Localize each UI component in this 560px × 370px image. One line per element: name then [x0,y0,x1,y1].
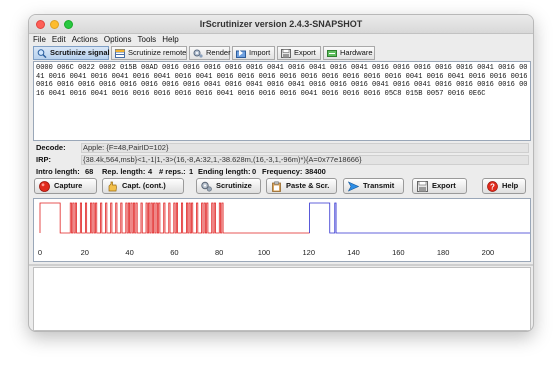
menu-actions[interactable]: Actions [69,34,101,44]
intro-signal-trace [39,202,310,234]
tab-label: Scrutinize remote [128,48,187,57]
signal-plot-canvas: 0 20 40 60 80 100 120 140 160 180 200 [38,202,533,257]
record-red-icon [39,181,50,192]
capture-button[interactable]: Capture [34,178,97,194]
export-button[interactable]: Export [412,178,467,194]
tab-label: Export [294,48,316,57]
tab-label: Hardware [340,48,373,57]
split-divider[interactable] [29,264,533,266]
intro-length-value: 68 [85,167,94,176]
tab-render[interactable]: Render [189,46,231,60]
tab-label: Scrutinize signal [50,48,110,57]
decode-value: Apple: {F=48,PairID=102} [83,143,169,152]
gears-icon [201,181,212,192]
title-bar: IrScrutinizer version 2.4.3-SNAPSHOT [29,15,533,34]
tab-import[interactable]: Import [232,46,275,60]
ending-length-label: Ending length: [198,167,251,176]
signal-plot[interactable]: 0 20 40 60 80 100 120 140 160 180 200 [33,198,533,262]
help-button[interactable]: ? Help [482,178,526,194]
tab-label: Import [249,48,271,57]
x-tick-label: 40 [125,248,133,257]
menu-edit[interactable]: Edit [49,34,69,44]
frequency-value: 38400 [305,167,326,176]
magnifier-icon [37,49,47,58]
decode-label: Decode: [36,143,66,152]
reps-label: # reps.: [159,167,186,176]
help-icon: ? [487,181,498,192]
paste-and-scrutinize-button[interactable]: Paste & Scr. [266,178,337,194]
render-gear-icon [193,49,203,58]
tab-export[interactable]: Export [277,46,321,60]
paste-and-scrutinize-label: Paste & Scr. [286,181,330,190]
scrutinize-button[interactable]: Scrutinize [196,178,261,194]
signal-stats: Intro length: 68 Rep. length: 4 # reps.:… [33,167,531,177]
export-disk-icon [417,181,428,192]
x-tick-label: 140 [347,248,360,257]
intro-length-label: Intro length: [36,167,80,176]
capture-continuous-label: Capt. (cont.) [122,181,166,190]
x-tick-label: 200 [482,248,495,257]
capture-label: Capture [54,181,83,190]
export-label: Export [432,181,456,190]
tab-hardware[interactable]: Hardware [323,46,375,60]
tab-label: Render [206,48,231,57]
hand-icon [108,181,117,192]
frequency-label: Frequency: [262,167,303,176]
tab-scrutinize-signal[interactable]: Scrutinize signal [33,46,110,60]
menu-tools[interactable]: Tools [135,34,160,44]
irp-row: IRP: {38.4k,564,msb}<1,-1|1,-3>(16,-8,A:… [33,155,531,165]
paste-icon [272,181,281,192]
reps-value: 1 [189,167,194,176]
x-tick-label: 20 [81,248,89,257]
menu-file[interactable]: File [29,34,49,44]
x-tick-label: 80 [215,248,223,257]
app-window: IrScrutinizer version 2.4.3-SNAPSHOT Fil… [28,14,534,332]
menu-help[interactable]: Help [159,34,181,44]
transmit-label: Transmit [363,181,395,190]
repeat-signal-trace [309,202,533,234]
help-label: Help [502,181,519,190]
transmit-arrow-icon [348,181,359,192]
x-tick-label: 100 [258,248,271,257]
capture-continuous-button[interactable]: Capt. (cont.) [102,178,184,194]
scrutinize-label: Scrutinize [216,181,252,190]
x-tick-label: 180 [437,248,450,257]
rep-length-value: 4 [148,167,153,176]
action-button-row: Capture Capt. (cont.) Scrutinize Paste &… [29,178,533,196]
menu-bar: File Edit Actions Options Tools Help [29,34,533,46]
x-tick-label: 120 [303,248,316,257]
menu-options[interactable]: Options [101,34,135,44]
signal-text-area[interactable]: 0000 006C 0022 0002 015B 00AD 0016 0016 … [33,61,531,141]
irp-label: IRP: [36,155,51,164]
export-disk-icon [281,49,291,58]
x-tick-label: 60 [170,248,178,257]
rep-length-label: Rep. length: [102,167,146,176]
decode-row: Decode: Apple: {F=48,PairID=102} [33,143,531,153]
remote-table-icon [115,49,125,58]
x-tick-label: 160 [392,248,405,257]
import-icon [236,50,246,58]
transmit-button[interactable]: Transmit [343,178,404,194]
svg-text:?: ? [490,182,495,191]
tab-scrutinize-remote[interactable]: Scrutinize remote [111,46,187,60]
console-panel[interactable] [33,267,531,331]
ending-length-value: 0 [252,167,257,176]
hardware-icon [327,50,337,57]
x-tick-label: 0 [38,248,42,257]
window-title: IrScrutinizer version 2.4.3-SNAPSHOT [199,19,363,29]
irp-value: {38.4k,564,msb}<1,-1|1,-3>(16,-8,A:32,1,… [83,155,362,164]
